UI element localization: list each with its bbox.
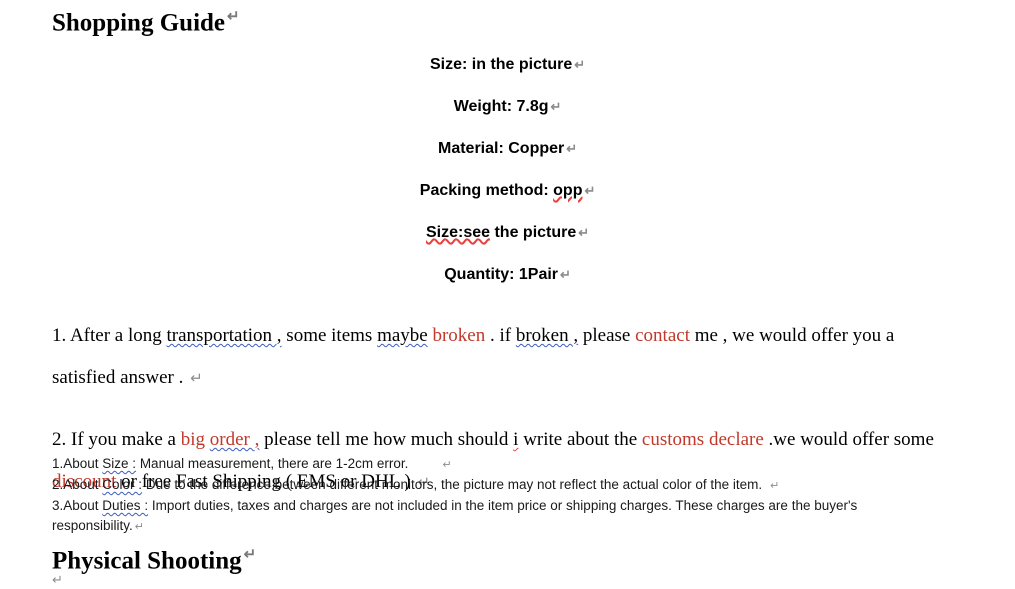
note-3-number: 3. (52, 498, 64, 513)
highlight-order-grammar-error: order , (209, 429, 260, 450)
note-1-text: Manual measurement, there are 1-2cm erro… (136, 456, 409, 471)
note-3-prefix: About (63, 498, 103, 513)
spec-quantity-text: Quantity: 1Pair (444, 266, 559, 283)
paragraph-1-text-b: some items (281, 325, 378, 346)
heading-physical-shooting-text: Physical Shooting (52, 547, 242, 575)
spec-line-material: Material: Copper ↵ (0, 128, 1015, 170)
paragraph-1-text-a: After a long (69, 325, 167, 346)
grammar-error-maybe: maybe (377, 325, 428, 346)
trailing-pilcrow-mark: ↵ (52, 572, 63, 587)
spec-line-weight: Weight: 7.8g ↵ (0, 86, 1015, 128)
paragraph-2-text-c: write about the (518, 429, 642, 450)
highlight-contact: contact (635, 325, 690, 346)
heading-shopping-guide: Shopping Guide ↵ (0, 2, 240, 38)
spec-line-size: Size: in the picture ↵ (0, 44, 1015, 86)
grammar-error-size: Size : (102, 456, 137, 471)
grammar-error-duties: Duties : (102, 498, 149, 513)
note-about-color: 2.About Color : Due to the difference be… (52, 475, 932, 496)
paragraph-1-text-d: please (578, 325, 636, 346)
spec-line-packing-method: Packing method: opp ↵ (0, 170, 1015, 212)
paragraph-2-number: 2. (52, 429, 71, 450)
highlight-big: big (180, 429, 210, 450)
note-2-number: 2. (52, 477, 64, 492)
heading-shopping-guide-text: Shopping Guide (52, 9, 226, 37)
note-3-text: Import duties, taxes and charges are not… (52, 498, 858, 533)
note-about-size: 1.About Size : Manual measurement, there… (52, 454, 932, 475)
paragraph-damage-policy: 1. After a long transportation , some it… (52, 315, 952, 400)
paragraph-2-text-a: If you make a (71, 429, 181, 450)
additional-notes-list: 1.About Size : Manual measurement, there… (52, 454, 932, 537)
pilcrow-mark: ↵ (574, 57, 585, 72)
grammar-error-transportation: transportation , (166, 325, 282, 346)
note-1-prefix: About (63, 456, 103, 471)
note-2-text: Due to the difference between different … (142, 477, 763, 492)
paragraph-2-text-d: .we would offer some (763, 429, 934, 450)
pilcrow-mark: ↵ (227, 8, 240, 25)
pilcrow-mark: ↵ (190, 370, 203, 387)
pilcrow-mark: ↵ (442, 459, 452, 471)
note-1-number: 1. (52, 456, 64, 471)
pilcrow-mark: ↵ (550, 99, 562, 114)
pilcrow-mark: ↵ (566, 141, 577, 156)
note-2-prefix: About (63, 477, 103, 492)
document-page: Shopping Guide ↵ Size: in the picture ↵ We… (0, 0, 1015, 589)
grammar-error-color: Color : (102, 477, 143, 492)
pilcrow-mark: ↵ (243, 546, 257, 563)
highlight-customs-declare: customs declare (641, 429, 764, 450)
spec-line-quantity: Quantity: 1Pair ↵ (0, 254, 1015, 296)
specification-list: Size: in the picture ↵ Weight: 7.8g ↵ Mate… (0, 44, 1015, 296)
grammar-error-broken: broken , (515, 325, 579, 346)
spell-error-size-see: Size:see (425, 224, 491, 241)
spec-size-text: Size: in the picture (430, 56, 573, 73)
pilcrow-mark: ↵ (560, 267, 571, 282)
pilcrow-mark: ↵ (578, 225, 589, 240)
note-about-duties: 3.About Duties : Import duties, taxes an… (52, 496, 932, 537)
spec-line-size-see-picture: Size:see the picture ↵ (0, 212, 1015, 254)
spec-packing-label: Packing method: (419, 182, 554, 199)
highlight-broken: broken (432, 325, 486, 346)
paragraph-2-text-b: please tell me how much should (259, 429, 514, 450)
heading-physical-shooting: Physical Shooting ↵ (0, 540, 256, 576)
spec-size-rest: the picture (490, 224, 577, 241)
pilcrow-mark: ↵ (584, 183, 596, 198)
paragraph-1-number: 1. (52, 325, 70, 346)
pilcrow-mark: ↵ (770, 480, 780, 492)
spec-weight-text: Weight: 7.8g (453, 98, 549, 115)
pilcrow-mark: ↵ (134, 521, 144, 533)
spec-material-text: Material: Copper (438, 140, 565, 157)
spell-error-opp: opp (553, 182, 583, 199)
paragraph-1-text-c: . if (485, 325, 516, 346)
